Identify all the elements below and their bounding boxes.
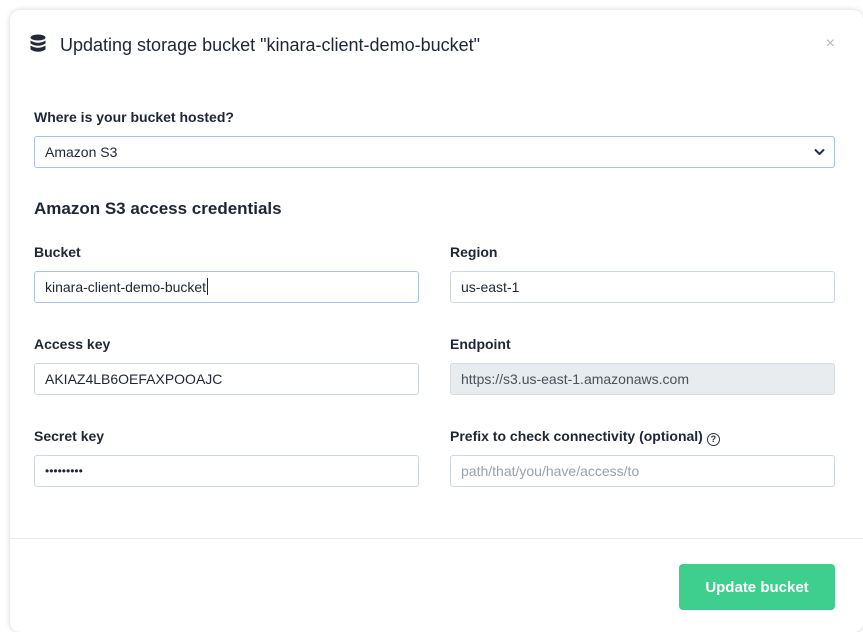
- endpoint-label: Endpoint: [450, 336, 511, 352]
- database-icon: [30, 34, 46, 52]
- secret-key-value: •••••••••: [45, 464, 83, 478]
- hosting-select[interactable]: Amazon S3: [34, 136, 835, 168]
- access-key-label: Access key: [34, 336, 111, 352]
- secret-key-input[interactable]: •••••••••: [34, 455, 419, 487]
- update-bucket-button[interactable]: Update bucket: [679, 564, 835, 610]
- bucket-label: Bucket: [34, 244, 81, 260]
- region-input[interactable]: us-east-1: [450, 271, 835, 303]
- hosting-label: Where is your bucket hosted?: [34, 109, 234, 125]
- access-key-value: AKIAZ4LB6OEFAXPOOAJC: [45, 371, 223, 387]
- chevron-down-icon: [814, 149, 825, 155]
- access-key-input[interactable]: AKIAZ4LB6OEFAXPOOAJC: [34, 363, 419, 395]
- close-icon[interactable]: ×: [826, 34, 835, 54]
- prefix-label: Prefix to check connectivity (optional): [450, 428, 703, 444]
- endpoint-input: https://s3.us-east-1.amazonaws.com: [450, 363, 835, 395]
- bucket-value: kinara-client-demo-bucket: [45, 279, 207, 295]
- hosting-selected-value: Amazon S3: [45, 144, 118, 160]
- modal-title: Updating storage bucket "kinara-client-d…: [60, 35, 480, 55]
- secret-key-label: Secret key: [34, 428, 105, 444]
- prefix-placeholder: path/that/you/have/access/to: [461, 463, 640, 479]
- endpoint-value: https://s3.us-east-1.amazonaws.com: [461, 371, 689, 387]
- text-caret: [207, 278, 209, 295]
- prefix-input[interactable]: path/that/you/have/access/to: [450, 455, 835, 487]
- modal-header: Updating storage bucket "kinara-client-d…: [10, 10, 863, 80]
- credentials-section-title: Amazon S3 access credentials: [34, 199, 282, 218]
- footer-divider: [10, 538, 863, 539]
- region-value: us-east-1: [461, 279, 520, 295]
- bucket-input[interactable]: kinara-client-demo-bucket: [34, 271, 419, 303]
- update-bucket-modal: Updating storage bucket "kinara-client-d…: [10, 10, 863, 632]
- prefix-label-row: Prefix to check connectivity (optional)?: [450, 427, 720, 446]
- region-label: Region: [450, 244, 498, 260]
- question-circle-icon[interactable]: ?: [706, 433, 720, 446]
